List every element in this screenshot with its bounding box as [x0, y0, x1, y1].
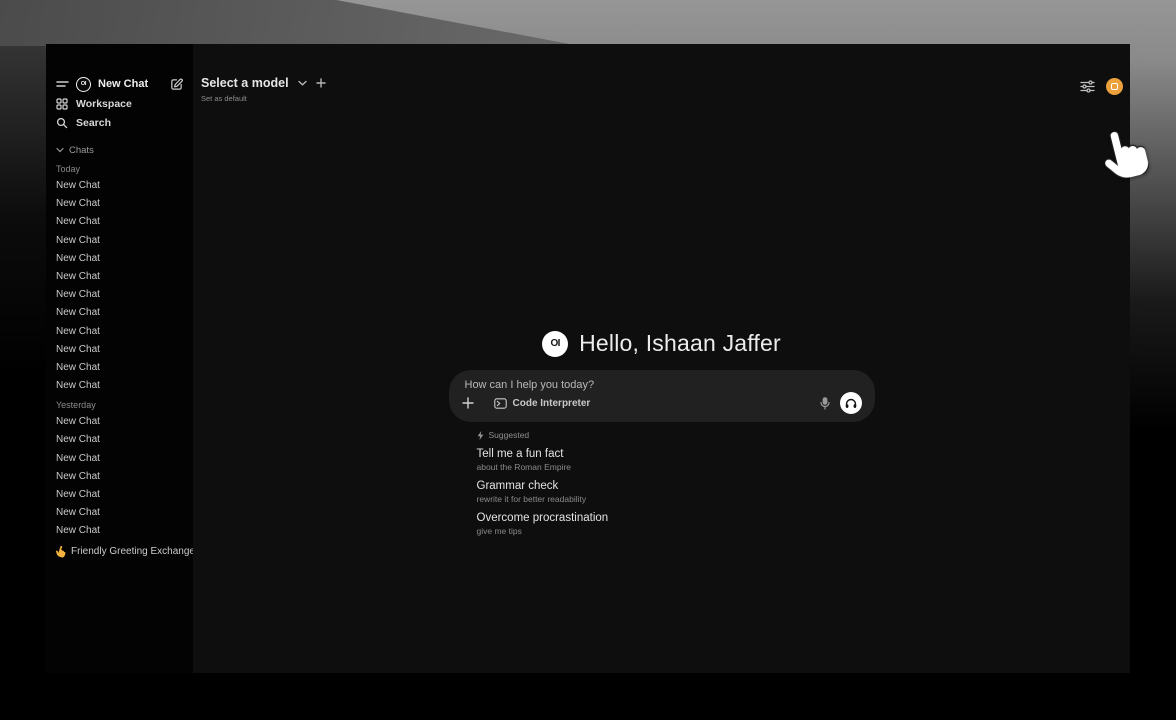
sidebar: OI New Chat Workspace Search — [46, 44, 193, 673]
chat-list-item-pinned[interactable]: Friendly Greeting Exchange — [56, 543, 183, 561]
chat-list-item[interactable]: New Chat — [56, 450, 183, 468]
model-selector-block: Select a model Set as default — [201, 76, 326, 103]
suggested-header: Suggested — [477, 430, 875, 440]
suggested-list: Tell me a fun fact about the Roman Empire… — [477, 448, 875, 536]
add-model-plus-icon[interactable] — [316, 78, 326, 88]
headphones-icon — [845, 398, 857, 409]
chat-list-item[interactable]: New Chat — [56, 195, 183, 213]
chats-section-label: Chats — [69, 145, 94, 156]
center-content: OI Hello, Ishaan Jaffer How can I help y… — [449, 330, 875, 536]
desktop: OI New Chat Workspace Search — [0, 0, 1176, 720]
chevron-down-icon — [56, 147, 64, 153]
suggested-prompt-subtitle: give me tips — [477, 526, 875, 536]
chats-section-header[interactable]: Chats — [56, 141, 183, 159]
controls-sliders-icon[interactable] — [1080, 80, 1095, 93]
terminal-icon — [494, 398, 507, 409]
chat-list-item[interactable]: New Chat — [56, 232, 183, 250]
voice-call-button[interactable] — [840, 392, 862, 414]
model-selector[interactable]: Select a model — [201, 76, 326, 90]
suggested-prompt-subtitle: rewrite it for better readability — [477, 494, 875, 504]
chat-list-item[interactable]: New Chat — [56, 304, 183, 322]
chat-list-item[interactable]: New Chat — [56, 359, 183, 377]
chat-list-item[interactable]: New Chat — [56, 413, 183, 431]
sidebar-item-label: Workspace — [76, 98, 132, 110]
chat-list-item[interactable]: New Chat — [56, 213, 183, 231]
suggested-prompt-title: Grammar check — [477, 480, 875, 492]
chat-list-item[interactable]: New Chat — [56, 486, 183, 504]
suggested-prompt[interactable]: Grammar check rewrite it for better reada… — [477, 480, 875, 504]
sidebar-toggle-icon[interactable] — [56, 79, 69, 89]
set-as-default-link[interactable]: Set as default — [201, 94, 326, 103]
chat-list-item[interactable]: New Chat — [56, 504, 183, 522]
desktop-background-shade — [0, 46, 46, 426]
chat-list-item[interactable]: New Chat — [56, 522, 183, 540]
chat-list-item[interactable]: New Chat — [56, 286, 183, 304]
chat-list-item[interactable]: New Chat — [56, 377, 183, 395]
suggested-prompt[interactable]: Overcome procrastination give me tips — [477, 512, 875, 536]
chat-group-label: Yesterday — [56, 397, 183, 413]
chat-list-item[interactable]: New Chat — [56, 341, 183, 359]
app-logo-icon: OI — [542, 331, 568, 357]
chat-list-item[interactable]: New Chat — [56, 177, 183, 195]
model-selector-label: Select a model — [201, 76, 289, 90]
workspace-grid-icon — [56, 98, 68, 110]
suggested-prompt-subtitle: about the Roman Empire — [477, 462, 875, 472]
avatar-glyph — [1111, 83, 1118, 90]
suggested-prompt[interactable]: Tell me a fun fact about the Roman Empire — [477, 448, 875, 472]
chat-list-item[interactable]: New Chat — [56, 268, 183, 286]
composer-toolbar: Code Interpreter — [462, 392, 862, 414]
microphone-icon[interactable] — [820, 397, 830, 410]
chat-list-item[interactable]: New Chat — [56, 250, 183, 268]
sidebar-item-search[interactable]: Search — [56, 113, 183, 132]
chat-list: TodayNew ChatNew ChatNew ChatNew ChatNew… — [56, 161, 183, 541]
search-icon — [56, 117, 68, 129]
suggested-prompt-title: Overcome procrastination — [477, 512, 875, 524]
greeting-row: OI Hello, Ishaan Jaffer — [449, 330, 875, 357]
sidebar-item-workspace[interactable]: Workspace — [56, 94, 183, 113]
new-chat-pencil-icon[interactable] — [170, 78, 183, 91]
main-panel: Select a model Set as default — [193, 44, 1130, 673]
app-logo-icon: OI — [76, 77, 91, 92]
attach-plus-icon[interactable] — [462, 397, 474, 409]
bolt-icon — [477, 431, 484, 440]
open-webui-window: OI New Chat Workspace Search — [46, 44, 1130, 673]
chat-list-item[interactable]: New Chat — [56, 323, 183, 341]
chat-list-item[interactable]: New Chat — [56, 431, 183, 449]
suggested-prompt-title: Tell me a fun fact — [477, 448, 875, 460]
suggested-label: Suggested — [489, 430, 530, 440]
composer-placeholder[interactable]: How can I help you today? — [462, 379, 862, 391]
sidebar-header: OI New Chat — [56, 74, 183, 94]
message-composer[interactable]: How can I help you today? Code Interpret… — [449, 370, 875, 422]
user-avatar[interactable] — [1106, 78, 1123, 95]
greeting-text: Hello, Ishaan Jaffer — [579, 330, 781, 357]
chat-title: Friendly Greeting Exchange — [71, 543, 193, 561]
topbar-right — [1080, 78, 1123, 95]
code-interpreter-toggle[interactable]: Code Interpreter — [494, 398, 591, 409]
code-interpreter-label: Code Interpreter — [513, 398, 591, 409]
sidebar-title: New Chat — [98, 78, 148, 90]
sidebar-item-label: Search — [76, 117, 111, 129]
chat-group-label: Today — [56, 161, 183, 177]
chevron-down-icon — [298, 80, 307, 86]
suggested-section: Suggested Tell me a fun fact about the Ro… — [449, 430, 875, 536]
chat-list-item[interactable]: New Chat — [56, 468, 183, 486]
waving-hand-icon — [56, 546, 66, 557]
